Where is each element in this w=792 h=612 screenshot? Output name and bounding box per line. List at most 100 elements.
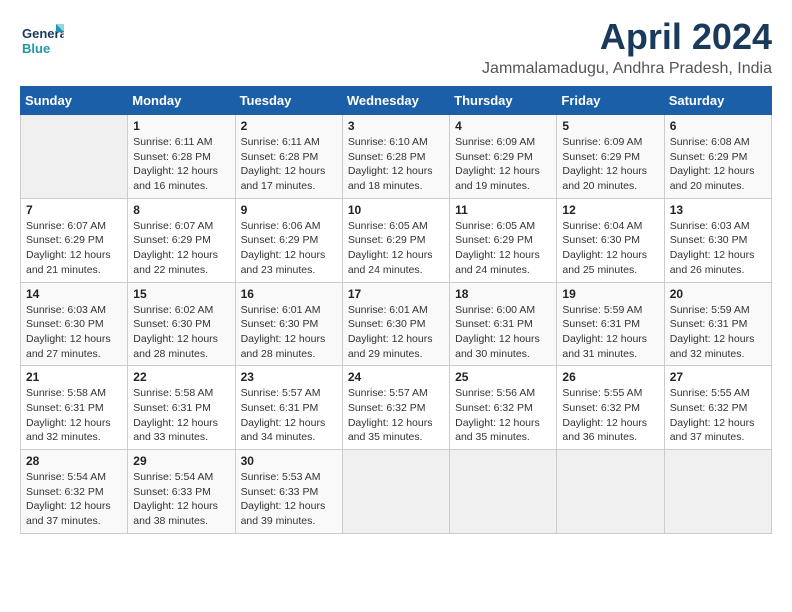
logo: General Blue [20, 16, 64, 60]
day-number: 14 [26, 287, 122, 301]
day-info: Sunrise: 6:09 AM Sunset: 6:29 PM Dayligh… [455, 135, 551, 194]
day-number: 8 [133, 203, 229, 217]
day-info: Sunrise: 5:57 AM Sunset: 6:31 PM Dayligh… [241, 386, 337, 445]
table-row [664, 450, 771, 534]
table-row: 19 Sunrise: 5:59 AM Sunset: 6:31 PM Dayli… [557, 282, 664, 366]
day-number: 19 [562, 287, 658, 301]
main-title: April 2024 [482, 16, 772, 58]
table-row: 15 Sunrise: 6:02 AM Sunset: 6:30 PM Dayli… [128, 282, 235, 366]
calendar-week-row: 1 Sunrise: 6:11 AM Sunset: 6:28 PM Daylig… [21, 115, 772, 199]
day-info: Sunrise: 6:04 AM Sunset: 6:30 PM Dayligh… [562, 219, 658, 278]
title-area: April 2024 Jammalamadugu, Andhra Pradesh… [482, 16, 772, 78]
day-number: 20 [670, 287, 766, 301]
day-number: 5 [562, 119, 658, 133]
day-info: Sunrise: 5:57 AM Sunset: 6:32 PM Dayligh… [348, 386, 444, 445]
day-number: 24 [348, 370, 444, 384]
day-info: Sunrise: 5:54 AM Sunset: 6:33 PM Dayligh… [133, 470, 229, 529]
day-number: 25 [455, 370, 551, 384]
day-number: 2 [241, 119, 337, 133]
day-info: Sunrise: 6:03 AM Sunset: 6:30 PM Dayligh… [26, 303, 122, 362]
table-row: 27 Sunrise: 5:55 AM Sunset: 6:32 PM Dayli… [664, 366, 771, 450]
day-number: 11 [455, 203, 551, 217]
calendar-week-row: 21Sunrise: 5:58 AM Sunset: 6:31 PM Dayli… [21, 366, 772, 450]
day-number: 1 [133, 119, 229, 133]
day-info: Sunrise: 6:05 AM Sunset: 6:29 PM Dayligh… [455, 219, 551, 278]
calendar-week-row: 7Sunrise: 6:07 AM Sunset: 6:29 PM Daylig… [21, 198, 772, 282]
day-number: 10 [348, 203, 444, 217]
day-info: Sunrise: 5:59 AM Sunset: 6:31 PM Dayligh… [562, 303, 658, 362]
table-row: 4 Sunrise: 6:09 AM Sunset: 6:29 PM Daylig… [450, 115, 557, 199]
day-number: 16 [241, 287, 337, 301]
day-info: Sunrise: 5:54 AM Sunset: 6:32 PM Dayligh… [26, 470, 122, 529]
svg-text:Blue: Blue [22, 41, 50, 56]
table-row: 11 Sunrise: 6:05 AM Sunset: 6:29 PM Dayli… [450, 198, 557, 282]
day-info: Sunrise: 6:01 AM Sunset: 6:30 PM Dayligh… [348, 303, 444, 362]
table-row [557, 450, 664, 534]
day-info: Sunrise: 6:11 AM Sunset: 6:28 PM Dayligh… [241, 135, 337, 194]
day-info: Sunrise: 6:10 AM Sunset: 6:28 PM Dayligh… [348, 135, 444, 194]
table-row: 10 Sunrise: 6:05 AM Sunset: 6:29 PM Dayli… [342, 198, 449, 282]
day-number: 22 [133, 370, 229, 384]
weekday-saturday: Saturday [664, 87, 771, 115]
table-row [450, 450, 557, 534]
table-row: 8 Sunrise: 6:07 AM Sunset: 6:29 PM Daylig… [128, 198, 235, 282]
calendar-table: Sunday Monday Tuesday Wednesday Thursday… [20, 86, 772, 534]
table-row: 29 Sunrise: 5:54 AM Sunset: 6:33 PM Dayli… [128, 450, 235, 534]
weekday-tuesday: Tuesday [235, 87, 342, 115]
weekday-friday: Friday [557, 87, 664, 115]
day-number: 26 [562, 370, 658, 384]
table-row: 18Sunrise: 6:00 AM Sunset: 6:31 PM Dayli… [450, 282, 557, 366]
day-info: Sunrise: 5:53 AM Sunset: 6:33 PM Dayligh… [241, 470, 337, 529]
table-row: 13Sunrise: 6:03 AM Sunset: 6:30 PM Dayli… [664, 198, 771, 282]
day-info: Sunrise: 6:08 AM Sunset: 6:29 PM Dayligh… [670, 135, 766, 194]
weekday-wednesday: Wednesday [342, 87, 449, 115]
table-row: 23 Sunrise: 5:57 AM Sunset: 6:31 PM Dayli… [235, 366, 342, 450]
day-info: Sunrise: 5:55 AM Sunset: 6:32 PM Dayligh… [562, 386, 658, 445]
table-row: 12 Sunrise: 6:04 AM Sunset: 6:30 PM Dayli… [557, 198, 664, 282]
day-info: Sunrise: 6:07 AM Sunset: 6:29 PM Dayligh… [26, 219, 122, 278]
table-row: 16 Sunrise: 6:01 AM Sunset: 6:30 PM Dayli… [235, 282, 342, 366]
table-row: 3 Sunrise: 6:10 AM Sunset: 6:28 PM Daylig… [342, 115, 449, 199]
table-row: 7Sunrise: 6:07 AM Sunset: 6:29 PM Daylig… [21, 198, 128, 282]
day-info: Sunrise: 6:07 AM Sunset: 6:29 PM Dayligh… [133, 219, 229, 278]
table-row [342, 450, 449, 534]
day-number: 17 [348, 287, 444, 301]
table-row: 20 Sunrise: 5:59 AM Sunset: 6:31 PM Dayli… [664, 282, 771, 366]
day-info: Sunrise: 6:05 AM Sunset: 6:29 PM Dayligh… [348, 219, 444, 278]
table-row: 28 Sunrise: 5:54 AM Sunset: 6:32 PM Dayli… [21, 450, 128, 534]
subtitle: Jammalamadugu, Andhra Pradesh, India [482, 60, 772, 78]
day-number: 27 [670, 370, 766, 384]
day-number: 4 [455, 119, 551, 133]
weekday-sunday: Sunday [21, 87, 128, 115]
day-number: 30 [241, 454, 337, 468]
day-number: 29 [133, 454, 229, 468]
header: General Blue April 2024 Jammalamadugu, A… [20, 16, 772, 78]
day-number: 3 [348, 119, 444, 133]
table-row: 21Sunrise: 5:58 AM Sunset: 6:31 PM Dayli… [21, 366, 128, 450]
table-row: 2 Sunrise: 6:11 AM Sunset: 6:28 PM Daylig… [235, 115, 342, 199]
table-row: 5 Sunrise: 6:09 AM Sunset: 6:29 PM Daylig… [557, 115, 664, 199]
day-info: Sunrise: 6:03 AM Sunset: 6:30 PM Dayligh… [670, 219, 766, 278]
table-row: 24 Sunrise: 5:57 AM Sunset: 6:32 PM Dayli… [342, 366, 449, 450]
table-row: 25Sunrise: 5:56 AM Sunset: 6:32 PM Dayli… [450, 366, 557, 450]
table-row: 9Sunrise: 6:06 AM Sunset: 6:29 PM Daylig… [235, 198, 342, 282]
table-row: 6 Sunrise: 6:08 AM Sunset: 6:29 PM Daylig… [664, 115, 771, 199]
day-number: 6 [670, 119, 766, 133]
day-info: Sunrise: 6:02 AM Sunset: 6:30 PM Dayligh… [133, 303, 229, 362]
table-row: 14 Sunrise: 6:03 AM Sunset: 6:30 PM Dayli… [21, 282, 128, 366]
day-info: Sunrise: 5:58 AM Sunset: 6:31 PM Dayligh… [26, 386, 122, 445]
table-row: 30 Sunrise: 5:53 AM Sunset: 6:33 PM Dayli… [235, 450, 342, 534]
day-info: Sunrise: 5:59 AM Sunset: 6:31 PM Dayligh… [670, 303, 766, 362]
day-number: 23 [241, 370, 337, 384]
day-number: 28 [26, 454, 122, 468]
day-info: Sunrise: 5:58 AM Sunset: 6:31 PM Dayligh… [133, 386, 229, 445]
day-number: 15 [133, 287, 229, 301]
table-row: 17 Sunrise: 6:01 AM Sunset: 6:30 PM Dayli… [342, 282, 449, 366]
day-number: 12 [562, 203, 658, 217]
day-info: Sunrise: 6:09 AM Sunset: 6:29 PM Dayligh… [562, 135, 658, 194]
calendar-week-row: 28 Sunrise: 5:54 AM Sunset: 6:32 PM Dayli… [21, 450, 772, 534]
calendar-week-row: 14 Sunrise: 6:03 AM Sunset: 6:30 PM Dayli… [21, 282, 772, 366]
day-info: Sunrise: 5:55 AM Sunset: 6:32 PM Dayligh… [670, 386, 766, 445]
day-info: Sunrise: 6:00 AM Sunset: 6:31 PM Dayligh… [455, 303, 551, 362]
day-info: Sunrise: 6:01 AM Sunset: 6:30 PM Dayligh… [241, 303, 337, 362]
